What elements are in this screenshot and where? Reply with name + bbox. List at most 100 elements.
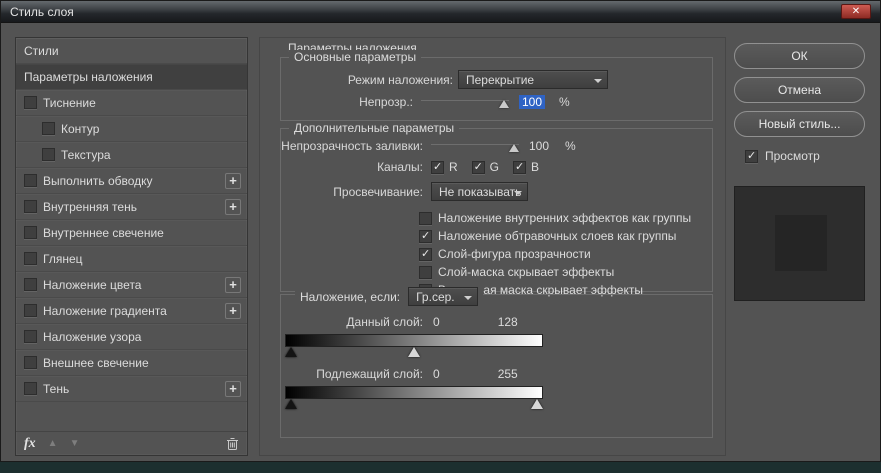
preview-label: Просмотр	[765, 149, 820, 163]
channel-checkbox-G[interactable]	[472, 161, 485, 174]
blend-if-marker[interactable]	[408, 347, 420, 357]
sidebar-item-label: Тень	[43, 382, 69, 396]
add-effect-instance-button[interactable]: +	[225, 303, 241, 319]
add-effect-instance-button[interactable]: +	[225, 277, 241, 293]
move-down-icon[interactable]: ▼	[70, 438, 80, 449]
option-checkbox[interactable]	[419, 248, 432, 261]
styles-list: СтилиПараметры наложения Тиснение Контур Те…	[16, 38, 247, 402]
add-effect-instance-button[interactable]: +	[225, 381, 241, 397]
channel-label: G	[490, 160, 499, 174]
sidebar-item-Параметры наложения[interactable]: Параметры наложения	[16, 64, 247, 90]
fill-opacity-unit: %	[565, 139, 576, 153]
desktop-background	[0, 462, 881, 473]
option-checkbox[interactable]	[419, 266, 432, 279]
sidebar-item-Выполнить обводку[interactable]: Выполнить обводку+	[16, 168, 247, 194]
preview-checkbox[interactable]	[745, 150, 758, 163]
sidebar-item-label: Тиснение	[43, 96, 96, 110]
channel-label: B	[531, 160, 539, 174]
fill-opacity-value[interactable]: 100	[529, 139, 549, 153]
sidebar-item-Тень[interactable]: Тень +	[16, 376, 247, 402]
style-enable-checkbox[interactable]	[24, 200, 37, 213]
advanced-option[interactable]: Наложение внутренних эффектов как группы	[419, 211, 712, 225]
sidebar-item-Стили[interactable]: Стили	[16, 38, 247, 64]
blend-if-row-label: Подлежащий слой:	[281, 367, 423, 381]
chevron-down-icon	[514, 191, 522, 195]
sidebar-item-Контур[interactable]: Контур	[16, 116, 247, 142]
general-blending-title: Основные параметры	[289, 50, 421, 64]
advanced-option[interactable]: Слой-маска скрывает эффекты	[419, 265, 712, 279]
blend-if-values-row: Данный слой: 0 128	[281, 315, 712, 329]
sidebar-item-Наложение цвета[interactable]: Наложение цвета +	[16, 272, 247, 298]
style-enable-checkbox[interactable]	[24, 174, 37, 187]
sidebar-item-Наложение градиента[interactable]: Наложение градиента +	[16, 298, 247, 324]
blend-if-row-label: Данный слой:	[281, 315, 423, 329]
opacity-value[interactable]: 100	[519, 95, 545, 109]
blend-mode-value: Перекрытие	[466, 73, 534, 87]
window-title: Стиль слоя	[10, 5, 74, 19]
add-effect-instance-button[interactable]: +	[225, 173, 241, 189]
style-enable-checkbox[interactable]	[24, 226, 37, 239]
advanced-option[interactable]: Наложение обтравочных слоев как группы	[419, 229, 712, 243]
blend-if-low-value[interactable]: 0	[433, 315, 440, 329]
cancel-button[interactable]: Отмена	[734, 77, 865, 103]
blend-mode-dropdown[interactable]: Перекрытие	[458, 70, 608, 89]
blend-if-marker[interactable]	[285, 347, 297, 357]
sidebar-item-label: Текстура	[61, 148, 111, 162]
opacity-label: Непрозр.:	[281, 95, 413, 109]
add-effect-instance-button[interactable]: +	[225, 199, 241, 215]
sidebar-item-Текстура[interactable]: Текстура	[16, 142, 247, 168]
new-style-button[interactable]: Новый стиль...	[734, 111, 865, 137]
sidebar-item-Внешнее свечение[interactable]: Внешнее свечение	[16, 350, 247, 376]
knockout-dropdown[interactable]: Не показывать	[431, 182, 528, 201]
style-enable-checkbox[interactable]	[42, 122, 55, 135]
sidebar-item-label: Наложение градиента	[43, 304, 167, 318]
blend-if-markers	[285, 399, 543, 410]
slider-thumb[interactable]	[499, 100, 509, 108]
channel-checkbox-B[interactable]	[513, 161, 526, 174]
opacity-slider[interactable]	[421, 96, 509, 109]
blend-if-high-value[interactable]: 255	[498, 367, 518, 381]
sidebar-item-Тиснение[interactable]: Тиснение	[16, 90, 247, 116]
sidebar-item-label: Контур	[61, 122, 99, 136]
style-enable-checkbox[interactable]	[24, 330, 37, 343]
sidebar-item-Наложение узора[interactable]: Наложение узора	[16, 324, 247, 350]
option-checkbox[interactable]	[419, 230, 432, 243]
blend-if-group: Наложение, если: Гр.сер. Данный слой:012…	[280, 294, 713, 438]
titlebar[interactable]: Стиль слоя ✕	[1, 1, 880, 23]
option-label: Наложение обтравочных слоев как группы	[438, 229, 676, 243]
blend-if-marker[interactable]	[285, 399, 297, 409]
style-enable-checkbox[interactable]	[24, 382, 37, 395]
fill-opacity-slider[interactable]	[431, 140, 519, 153]
knockout-value: Не показывать	[439, 185, 521, 199]
sidebar-item-label: Наложение цвета	[43, 278, 141, 292]
sidebar-item-Внутренняя тень[interactable]: Внутренняя тень+	[16, 194, 247, 220]
style-enable-checkbox[interactable]	[24, 252, 37, 265]
sidebar-item-Внутреннее свечение[interactable]: Внутреннее свечение	[16, 220, 247, 246]
style-enable-checkbox[interactable]	[24, 356, 37, 369]
blend-if-label: Наложение, если:	[300, 290, 400, 304]
option-label: Слой-маска скрывает эффекты	[438, 265, 614, 279]
channel-checkbox-R[interactable]	[431, 161, 444, 174]
blend-if-low-value[interactable]: 0	[433, 367, 440, 381]
style-enable-checkbox[interactable]	[24, 96, 37, 109]
blend-if-values-row: Подлежащий слой: 0 255	[281, 367, 712, 381]
slider-track	[421, 100, 509, 101]
fx-button[interactable]: fx	[24, 436, 36, 452]
ok-button[interactable]: ОК	[734, 43, 865, 69]
advanced-option[interactable]: Слой-фигура прозрачности	[419, 247, 712, 261]
close-icon[interactable]: ✕	[841, 4, 871, 19]
blend-if-channel-dropdown[interactable]: Гр.сер.	[408, 287, 478, 306]
style-enable-checkbox[interactable]	[24, 278, 37, 291]
layer-style-dialog: Стиль слоя ✕ СтилиПараметры наложения Тис…	[0, 0, 881, 462]
styles-sidebar: СтилиПараметры наложения Тиснение Контур Те…	[15, 37, 248, 456]
style-enable-checkbox[interactable]	[42, 148, 55, 161]
slider-thumb[interactable]	[509, 144, 519, 152]
sidebar-item-Глянец[interactable]: Глянец	[16, 246, 247, 272]
move-up-icon[interactable]: ▲	[48, 438, 58, 449]
option-checkbox[interactable]	[419, 212, 432, 225]
trash-icon[interactable]	[226, 437, 239, 451]
style-enable-checkbox[interactable]	[24, 304, 37, 317]
blend-if-high-value[interactable]: 128	[498, 315, 518, 329]
blend-if-markers	[285, 347, 543, 358]
blend-if-marker[interactable]	[531, 399, 543, 409]
